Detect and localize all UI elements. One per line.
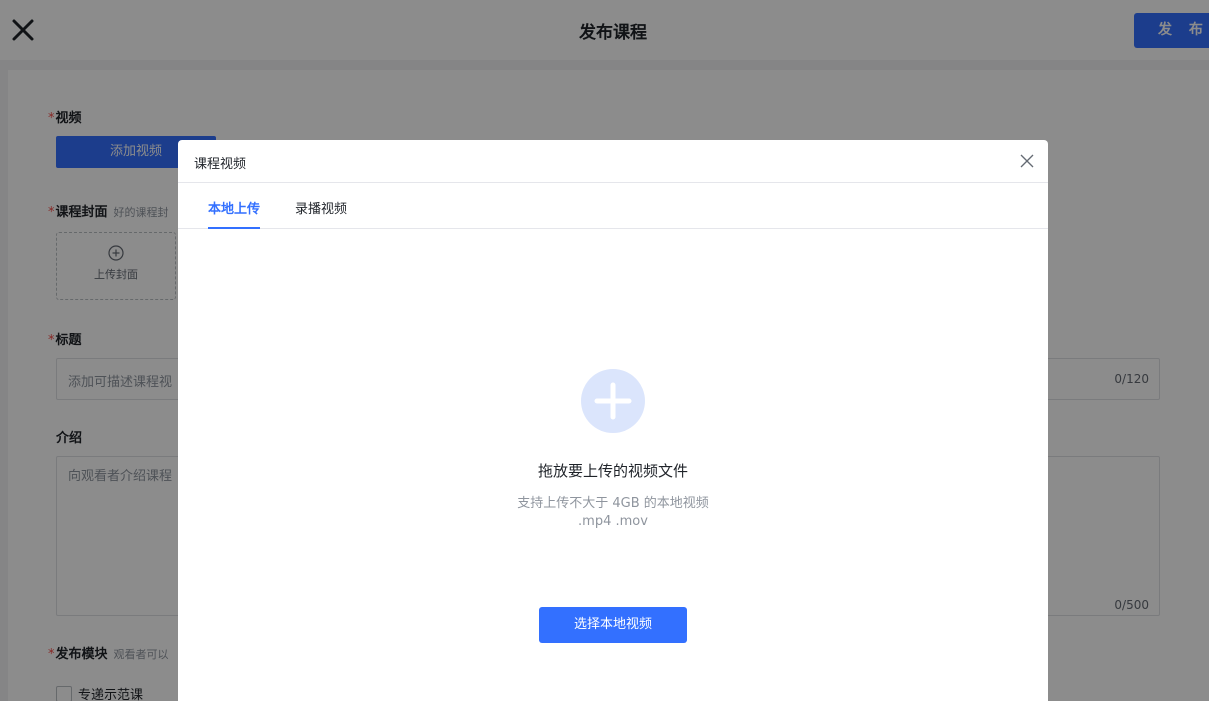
- close-icon[interactable]: [1020, 154, 1034, 168]
- tab-local-upload[interactable]: 本地上传: [208, 198, 261, 229]
- plus-icon: [594, 382, 632, 420]
- modal-header: 课程视频: [178, 140, 1048, 183]
- drop-title: 拖放要上传的视频文件: [537, 462, 688, 480]
- drop-formats: .mp4 .mov: [578, 514, 648, 529]
- tab-recorded-video[interactable]: 录播视频: [295, 198, 347, 229]
- modal-tabs: 本地上传 录播视频: [178, 183, 1048, 229]
- modal-title: 课程视频: [194, 157, 247, 172]
- course-video-modal: 课程视频 本地上传 录播视频 拖放要上传的视频文件 支持上传不大于 4GB 的本…: [178, 140, 1048, 701]
- select-local-video-button[interactable]: 选择本地视频: [539, 607, 687, 643]
- drop-size-hint: 支持上传不大于 4GB 的本地视频: [517, 496, 709, 511]
- upload-add-button[interactable]: [581, 369, 645, 433]
- upload-drop-zone[interactable]: 拖放要上传的视频文件 支持上传不大于 4GB 的本地视频 .mp4 .mov 选…: [178, 230, 1048, 701]
